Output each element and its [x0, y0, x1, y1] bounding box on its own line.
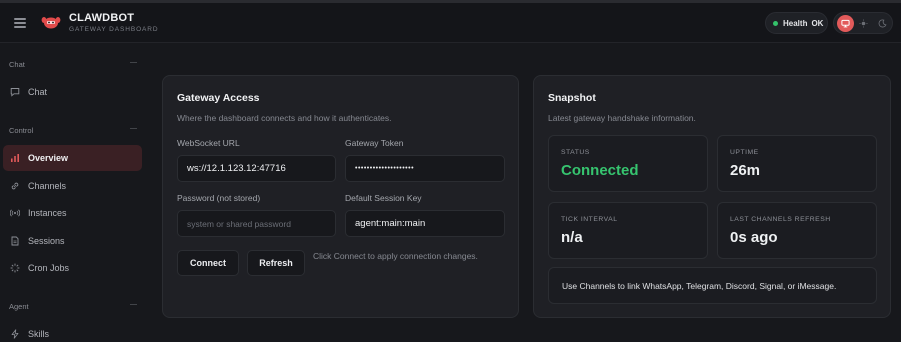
- snapshot-panel: Snapshot Latest gateway handshake inform…: [533, 75, 891, 318]
- sidebar-item-label: Sessions: [28, 236, 65, 246]
- stat-status: STATUS Connected: [548, 135, 708, 192]
- health-status-dot: [773, 20, 778, 26]
- chat-bubble-icon: [10, 87, 20, 97]
- brand-subtitle: GATEWAY DASHBOARD: [69, 26, 159, 33]
- health-label: Health: [783, 18, 808, 28]
- collapse-icon[interactable]: —: [130, 59, 137, 66]
- sidebar-item-instances[interactable]: Instances: [3, 200, 142, 226]
- theme-system-button[interactable]: [837, 15, 854, 32]
- sidebar-item-label: Instances: [28, 208, 67, 218]
- stat-value: 0s ago: [730, 229, 778, 246]
- document-icon: [10, 236, 20, 246]
- password-input[interactable]: system or shared password: [177, 210, 336, 237]
- stat-uptime: UPTIME 26m: [717, 135, 877, 192]
- stat-label: LAST CHANNELS REFRESH: [730, 216, 831, 223]
- sidebar-item-label: Cron Jobs: [28, 263, 70, 273]
- sidebar-item-label: Skills: [28, 329, 50, 339]
- collapse-icon[interactable]: —: [130, 125, 137, 132]
- stat-last-channels-refresh: LAST CHANNELS REFRESH 0s ago: [717, 202, 877, 259]
- stat-value: n/a: [561, 229, 583, 246]
- stat-value: Connected: [561, 162, 639, 179]
- channels-note: Use Channels to link WhatsApp, Telegram,…: [548, 267, 877, 304]
- sidebar-item-skills[interactable]: Skills: [3, 321, 142, 342]
- loader-icon: [10, 263, 20, 273]
- panel-subtitle: Where the dashboard connects and how it …: [177, 113, 392, 123]
- sidebar-item-sessions[interactable]: Sessions: [3, 228, 142, 254]
- default-session-key-input[interactable]: agent:main:main: [345, 210, 505, 237]
- theme-light-button[interactable]: [855, 15, 872, 32]
- health-indicator: Health OK: [765, 12, 828, 34]
- health-value: OK: [811, 18, 824, 28]
- collapse-icon[interactable]: —: [130, 301, 137, 308]
- menu-icon[interactable]: [14, 18, 26, 28]
- moon-icon: [878, 19, 887, 28]
- panel-title: Snapshot: [548, 92, 596, 104]
- sidebar-item-label: Chat: [28, 87, 48, 97]
- stat-label: STATUS: [561, 149, 590, 156]
- panel-subtitle: Latest gateway handshake information.: [548, 113, 696, 123]
- websocket-url-label: WebSocket URL: [177, 138, 240, 148]
- zap-icon: [10, 329, 20, 339]
- sidebar-item-channels[interactable]: Channels: [3, 173, 142, 199]
- sidebar: Chat — Chat Control — Overview Channels: [0, 44, 150, 342]
- monitor-icon: [841, 19, 850, 28]
- brand-title: CLAWDBOT: [69, 12, 135, 24]
- clawdbot-logo-icon: [41, 17, 61, 29]
- default-session-key-label: Default Session Key: [345, 193, 422, 203]
- top-bar: CLAWDBOT GATEWAY DASHBOARD Health OK: [0, 3, 901, 43]
- sidebar-section-control[interactable]: Control: [9, 126, 33, 135]
- link-icon: [10, 181, 20, 191]
- connect-hint: Click Connect to apply connection change…: [313, 251, 478, 261]
- sidebar-item-label: Channels: [28, 181, 67, 191]
- theme-switcher: [833, 12, 893, 34]
- password-label: Password (not stored): [177, 193, 261, 203]
- gateway-access-panel: Gateway Access Where the dashboard conne…: [162, 75, 519, 318]
- stat-label: TICK INTERVAL: [561, 216, 618, 223]
- sidebar-item-overview[interactable]: Overview: [3, 145, 142, 171]
- sidebar-section-chat[interactable]: Chat: [9, 60, 25, 69]
- bar-chart-icon: [10, 153, 20, 163]
- stat-tick-interval: TICK INTERVAL n/a: [548, 202, 708, 259]
- gateway-token-input[interactable]: ••••••••••••••••••••: [345, 155, 505, 182]
- theme-dark-button[interactable]: [874, 15, 891, 32]
- radio-icon: [10, 208, 20, 218]
- refresh-button[interactable]: Refresh: [247, 250, 305, 276]
- stat-label: UPTIME: [730, 149, 759, 156]
- sidebar-section-agent[interactable]: Agent: [9, 302, 29, 311]
- sidebar-item-label: Overview: [28, 153, 69, 163]
- gateway-token-label: Gateway Token: [345, 138, 404, 148]
- sidebar-item-chat[interactable]: Chat: [3, 79, 142, 105]
- stat-value: 26m: [730, 162, 761, 179]
- sun-icon: [859, 19, 868, 28]
- sidebar-item-cron-jobs[interactable]: Cron Jobs: [3, 255, 142, 281]
- panel-title: Gateway Access: [177, 92, 260, 104]
- connect-button[interactable]: Connect: [177, 250, 239, 276]
- websocket-url-input[interactable]: ws://12.1.123.12:47716: [177, 155, 336, 182]
